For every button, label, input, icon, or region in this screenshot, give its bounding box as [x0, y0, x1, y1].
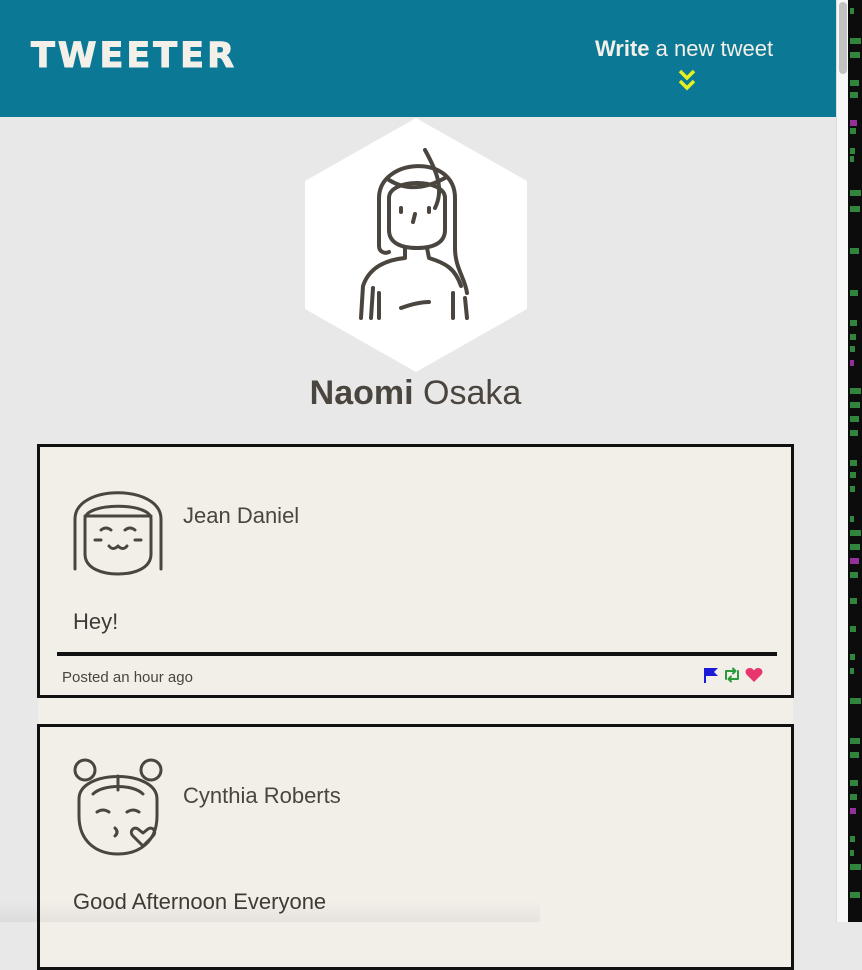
heart-icon[interactable] [745, 667, 763, 683]
compose-rest-label: a new tweet [649, 36, 774, 61]
tweet-author[interactable]: Jean Daniel [183, 503, 299, 529]
tweet-actions [703, 667, 763, 683]
kissing-face-avatar-icon [73, 758, 163, 856]
brand-logo[interactable]: TWEETER [30, 36, 237, 77]
profile-name: Naomi Osaka [0, 374, 831, 413]
tweet-timestamp: Posted an hour ago [62, 669, 193, 686]
write-new-tweet-button[interactable]: Write a new tweet [594, 36, 774, 62]
background-terminal-window [848, 0, 862, 922]
smiling-face-avatar-icon [73, 491, 163, 576]
flag-icon[interactable] [703, 667, 719, 683]
tweet-content: Hey! [73, 609, 119, 634]
retweet-icon[interactable] [723, 667, 741, 683]
scrollbar-track[interactable] [836, 0, 848, 922]
tweet-card: Jean Daniel Hey! Posted an hour ago [37, 444, 794, 698]
profile-last-name: Osaka [413, 374, 522, 412]
compose-strong-label: Write [594, 36, 650, 61]
scrollbar-thumb[interactable] [839, 2, 847, 74]
top-nav: TWEETER Write a new tweet [0, 0, 836, 117]
tweet-divider [57, 652, 777, 656]
profile-first-name: Naomi [309, 374, 414, 412]
tweet-separator [38, 697, 793, 725]
bottom-shadow [0, 900, 540, 922]
woman-avatar-icon [305, 118, 527, 372]
tweet-card: Cynthia Roberts Good Afternoon Everyone [37, 724, 794, 970]
tweet-author[interactable]: Cynthia Roberts [183, 783, 341, 809]
double-chevron-down-icon[interactable] [677, 68, 697, 92]
